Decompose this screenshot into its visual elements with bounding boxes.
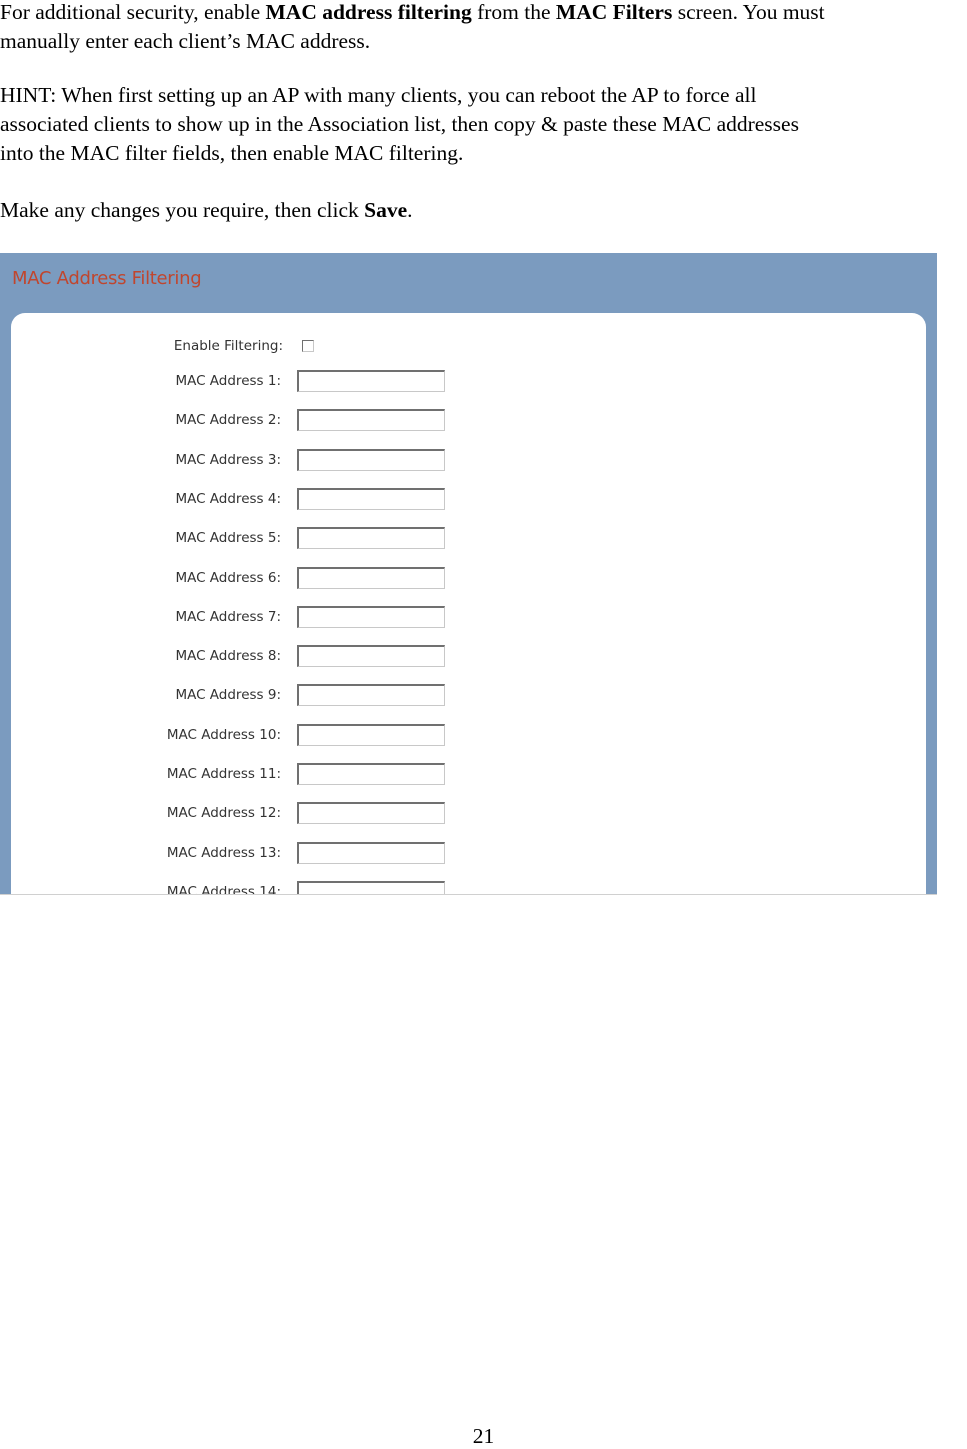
mac-address-row: MAC Address 8: [11,645,511,669]
mac-address-row: MAC Address 1: [11,370,511,394]
mac-address-row: MAC Address 9: [11,684,511,708]
mac-address-row: MAC Address 7: [11,605,511,630]
mac-address-input-7[interactable] [297,605,445,628]
mac-address-label: MAC Address 11: [166,766,281,782]
hint-paragraph: HINT: When first setting up an AP with m… [0,81,799,168]
text: manually enter each client’s MAC address… [0,29,371,53]
divider [0,894,937,895]
mac-address-row: MAC Address 10: [11,723,511,748]
mac-address-input-3[interactable] [297,448,445,471]
enable-filtering-checkbox[interactable] [302,340,314,352]
mac-address-input-4[interactable] [297,487,445,510]
mac-address-row: MAC Address 14: [11,880,511,895]
mac-address-input-1[interactable] [297,370,445,392]
text: For additional security, enable [0,0,266,24]
mac-address-label: MAC Address 7: [175,608,281,625]
mac-address-input-8[interactable] [297,645,445,668]
bold-term: MAC Filters [555,0,673,24]
bold-term: Save [364,198,408,222]
enable-filtering-row: Enable Filtering: [11,335,511,359]
text: screen. You must [672,0,825,24]
bold-term: MAC address filtering [265,0,472,24]
mac-address-row: MAC Address 5: [11,527,511,551]
mac-address-label: MAC Address 2: [175,412,281,429]
mac-address-label: MAC Address 1: [175,373,281,389]
mac-address-row: MAC Address 3: [11,448,511,473]
mac-address-row: MAC Address 11: [11,763,511,787]
mac-address-row: MAC Address 4: [11,487,511,512]
mac-address-label: MAC Address 10: [166,726,281,743]
text: into the MAC filter fields, then enable … [0,141,464,165]
mac-address-row: MAC Address 2: [11,409,511,433]
mac-address-label: MAC Address 4: [175,490,281,507]
mac-address-input-11[interactable] [297,763,445,785]
mac-address-input-12[interactable] [297,802,445,825]
text: associated clients to show up in the Ass… [0,112,799,136]
mac-address-label: MAC Address 9: [175,687,281,704]
intro-paragraph: For additional security, enable MAC addr… [0,0,825,56]
mac-address-input-9[interactable] [297,684,445,707]
mac-address-label: MAC Address 3: [175,451,281,468]
text: Make any changes you require, then click [0,198,365,222]
mac-address-label: MAC Address 12: [166,805,281,822]
text: HINT: When first setting up an AP with m… [0,83,757,107]
mac-address-row: MAC Address 13: [11,841,511,866]
form-panel: Enable Filtering: MAC Address 1: MAC Addr… [11,313,926,895]
text: from the [471,0,556,24]
mac-address-row: MAC Address 12: [11,802,511,826]
mac-address-input-6[interactable] [297,566,445,589]
save-paragraph: Make any changes you require, then click… [0,196,413,225]
mac-address-label: MAC Address 6: [175,569,281,586]
mac-address-input-13[interactable] [297,841,445,864]
page-number: 21 [472,1424,495,1448]
mac-address-label: MAC Address 5: [175,530,281,547]
mac-address-input-14[interactable] [297,880,445,895]
mac-address-input-2[interactable] [297,409,445,432]
mac-address-row: MAC Address 6: [11,566,511,591]
mac-filtering-screenshot: MAC Address Filtering Enable Filtering: … [0,253,937,895]
enable-filtering-label: Enable Filtering: [173,338,283,354]
section-title: MAC Address Filtering [12,268,202,289]
mac-address-label: MAC Address 8: [175,648,281,665]
mac-address-label: MAC Address 13: [166,844,281,861]
mac-address-input-10[interactable] [297,723,445,746]
text: . [407,198,413,222]
mac-address-input-5[interactable] [297,527,445,550]
